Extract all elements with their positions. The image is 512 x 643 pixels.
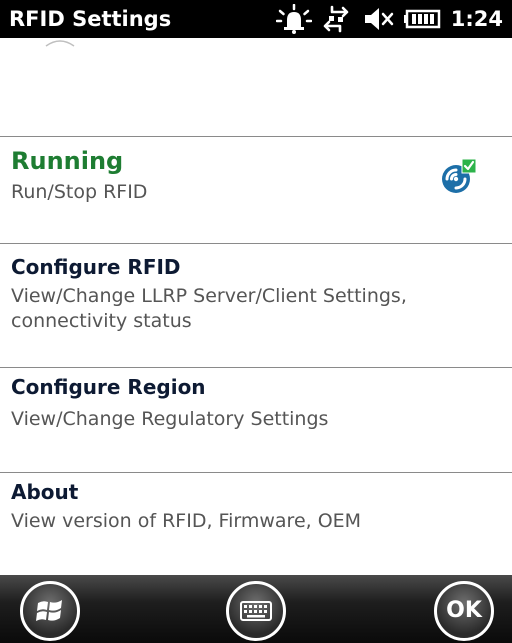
rfid-status-icon xyxy=(442,158,477,193)
app-title: RFID Settings xyxy=(9,7,172,31)
start-button[interactable] xyxy=(20,581,80,641)
run-status-description: Run/Stop RFID xyxy=(11,181,148,203)
menu-item-configure-rfid[interactable]: Configure RFID View/Change LLRP Server/C… xyxy=(0,244,512,367)
configure-rfid-description: View/Change LLRP Server/Client Settings,… xyxy=(11,285,407,332)
ok-button[interactable]: OK xyxy=(434,581,494,641)
run-status-heading: Running xyxy=(11,147,124,175)
configure-rfid-heading: Configure RFID xyxy=(11,255,181,279)
about-description: View version of RFID, Firmware, OEM xyxy=(11,510,362,532)
windows-start-icon xyxy=(36,600,62,621)
notification-icon[interactable] xyxy=(276,4,312,34)
scroll-arc-indicator xyxy=(45,40,75,47)
configure-region-description: View/Change Regulatory Settings xyxy=(11,408,329,430)
menu-item-about[interactable]: About View version of RFID, Firmware, OE… xyxy=(0,473,512,573)
volume-muted-icon[interactable] xyxy=(362,4,394,34)
configure-region-heading: Configure Region xyxy=(11,375,206,399)
clock: 1:24 xyxy=(450,7,503,31)
battery-icon[interactable] xyxy=(403,4,443,34)
menu-item-run-stop[interactable]: Running Run/Stop RFID xyxy=(0,137,512,243)
menu-item-configure-region[interactable]: Configure Region View/Change Regulatory … xyxy=(0,368,512,472)
softkey-bar: OK xyxy=(0,575,512,643)
ok-label: OK xyxy=(446,598,482,623)
keyboard-icon xyxy=(240,601,272,621)
keyboard-button[interactable] xyxy=(226,581,286,641)
rfid-settings-screen: RFID Settings 1:24 Running Run/Stop RFID… xyxy=(0,0,512,643)
sync-icon[interactable] xyxy=(320,4,352,34)
about-heading: About xyxy=(11,480,79,504)
status-bar: RFID Settings 1:24 xyxy=(0,0,512,38)
